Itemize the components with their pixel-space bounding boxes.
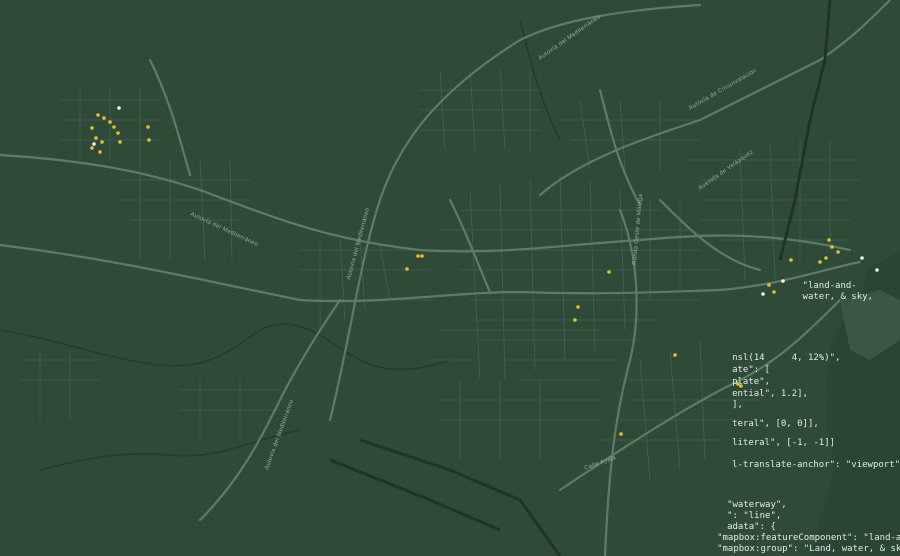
data-point[interactable] — [98, 150, 102, 154]
data-point[interactable] — [116, 131, 120, 135]
data-point[interactable] — [102, 116, 106, 120]
data-point[interactable] — [827, 238, 831, 242]
data-point[interactable] — [767, 283, 771, 287]
data-point[interactable] — [607, 270, 611, 274]
data-point[interactable] — [860, 256, 864, 260]
data-point[interactable] — [789, 258, 793, 262]
data-point[interactable] — [118, 140, 122, 144]
land-background — [0, 0, 900, 556]
map-canvas[interactable]: Autovía del Mediterráneo Autovía del Med… — [0, 0, 900, 556]
data-point[interactable] — [761, 292, 765, 296]
data-point[interactable] — [108, 120, 112, 124]
data-point[interactable] — [781, 279, 785, 283]
data-point[interactable] — [94, 136, 98, 140]
data-point[interactable] — [420, 254, 424, 258]
data-point[interactable] — [416, 254, 420, 258]
data-point[interactable] — [147, 138, 151, 142]
data-point[interactable] — [824, 256, 828, 260]
data-point[interactable] — [875, 268, 879, 272]
data-point[interactable] — [573, 318, 577, 322]
data-point[interactable] — [818, 260, 822, 264]
data-point[interactable] — [673, 353, 677, 357]
data-point[interactable] — [739, 384, 743, 388]
data-point[interactable] — [619, 432, 623, 436]
data-point[interactable] — [92, 142, 96, 146]
map-basemap: Autovía del Mediterráneo Autovía del Med… — [0, 0, 900, 556]
data-point[interactable] — [112, 125, 116, 129]
data-point[interactable] — [146, 125, 150, 129]
data-point[interactable] — [772, 290, 776, 294]
data-point[interactable] — [117, 106, 121, 110]
data-point[interactable] — [405, 267, 409, 271]
data-point[interactable] — [576, 305, 580, 309]
data-point[interactable] — [830, 245, 834, 249]
data-point[interactable] — [90, 126, 94, 130]
data-point[interactable] — [100, 140, 104, 144]
data-point[interactable] — [836, 250, 840, 254]
data-point[interactable] — [736, 382, 740, 386]
data-point[interactable] — [90, 146, 94, 150]
data-point[interactable] — [96, 113, 100, 117]
